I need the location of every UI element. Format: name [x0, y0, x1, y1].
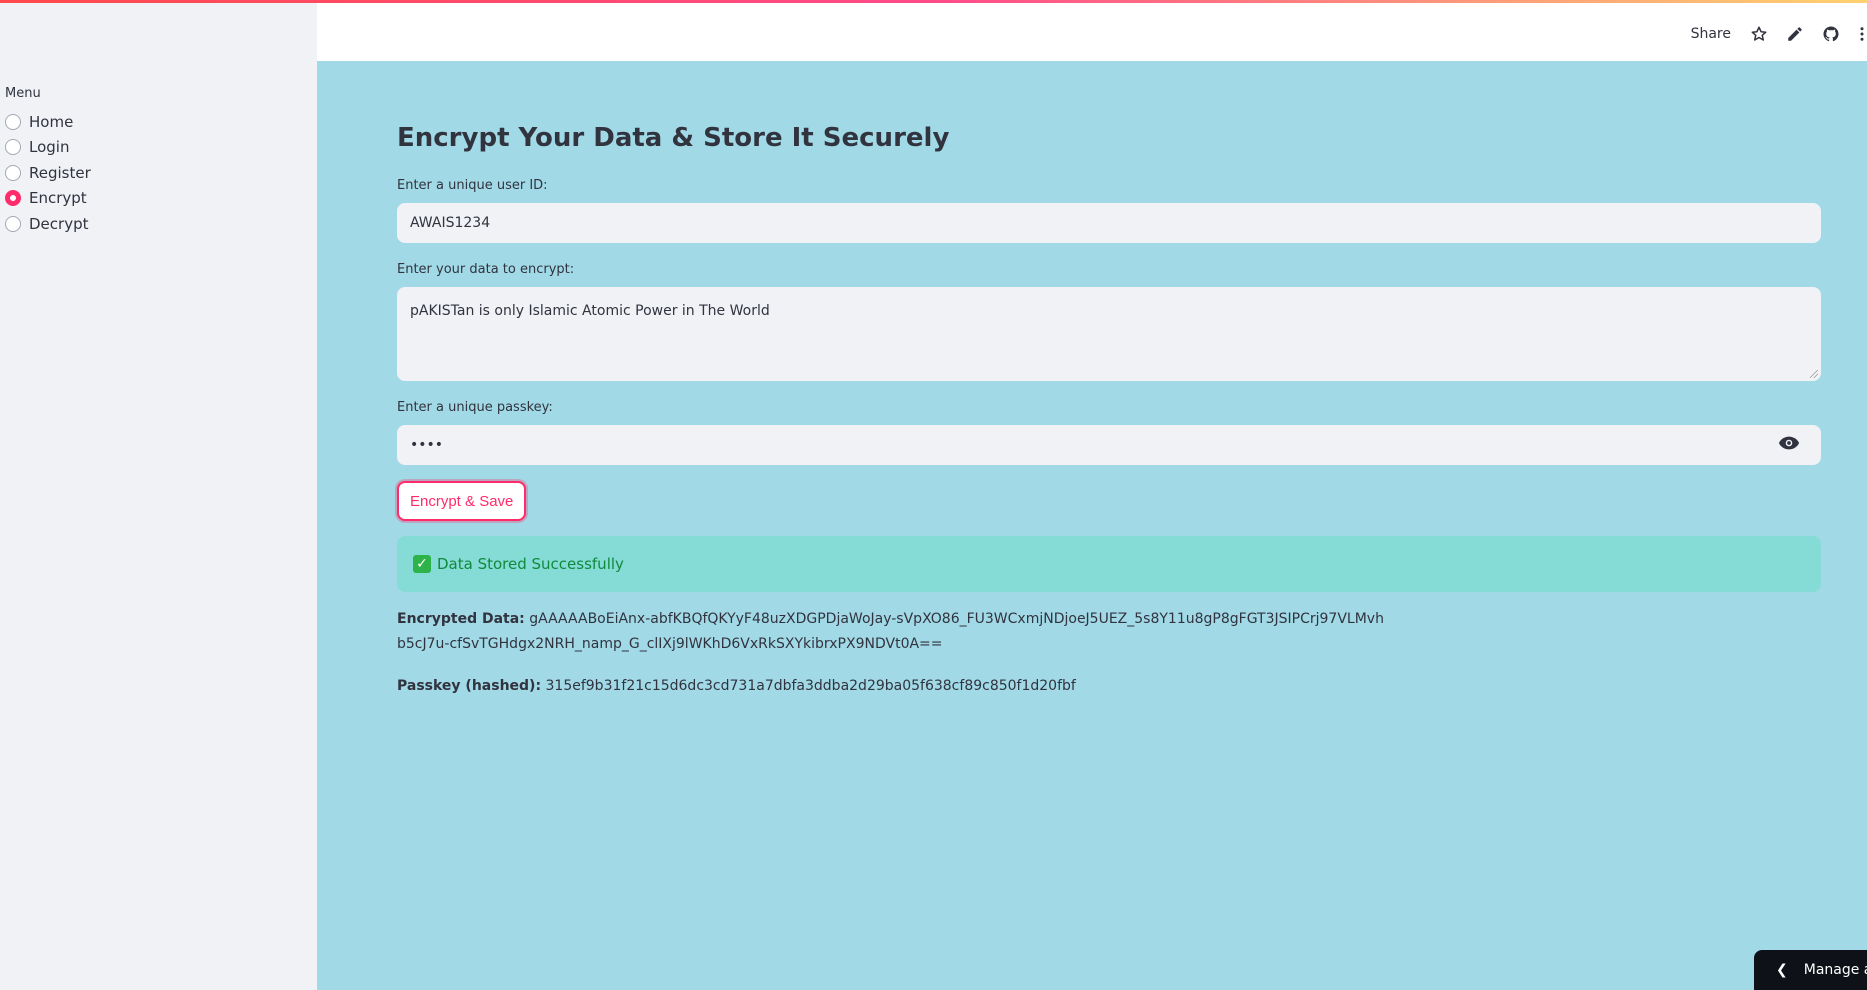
resize-handle[interactable] [1810, 370, 1818, 378]
page-title: Encrypt Your Data & Store It Securely [397, 123, 950, 153]
manage-app-button[interactable]: ❮ Manage app [1754, 950, 1867, 990]
menu-label: Menu [5, 86, 41, 101]
header-actions: Share [1691, 24, 1867, 44]
radio-button[interactable] [5, 215, 21, 232]
data-label: Enter your data to encrypt: [397, 262, 575, 277]
pencil-icon[interactable] [1785, 24, 1805, 44]
menu-option-label: Decrypt [29, 214, 89, 233]
encrypted-data-label: Encrypted Data: [397, 611, 525, 627]
encrypt-save-button[interactable]: Encrypt & Save [397, 481, 527, 521]
menu-option-login[interactable]: Login [5, 135, 91, 161]
github-icon[interactable] [1821, 24, 1841, 44]
data-textarea[interactable]: pAKISTan is only Islamic Atomic Power in… [397, 287, 1821, 381]
manage-app-label: Manage app [1803, 962, 1867, 978]
menu-option-label: Home [29, 112, 74, 131]
encrypted-data-text: Encrypted Data: gAAAAABoEiAnx-abfKBQfQKY… [397, 607, 1387, 657]
passkey-value: •••• [410, 437, 444, 453]
menu-option-home[interactable]: Home [5, 109, 91, 135]
chevron-left-icon: ❮ [1776, 962, 1788, 978]
sidebar: Menu Home Login Register Encrypt Decrypt [0, 0, 317, 990]
top-decoration-stripe [0, 0, 1867, 3]
passkey-hashed-value: 315ef9b31f21c15d6dc3cd731a7dbfa3ddba2d29… [545, 678, 1076, 694]
menu-option-label: Encrypt [29, 189, 87, 208]
more-vertical-icon[interactable] [1857, 24, 1867, 44]
app-header: Share [317, 0, 1867, 61]
passkey-hashed-text: Passkey (hashed): 315ef9b31f21c15d6dc3cd… [397, 674, 1387, 699]
radio-button[interactable] [5, 164, 21, 181]
menu-option-register[interactable]: Register [5, 160, 91, 186]
menu-option-encrypt[interactable]: Encrypt [5, 186, 91, 212]
menu-option-label: Register [29, 163, 91, 182]
user-id-label: Enter a unique user ID: [397, 178, 548, 193]
encrypted-data-value: gAAAAABoEiAnx-abfKBQfQKYyF48uzXDGPDjaWoJ… [397, 611, 1384, 652]
menu-option-label: Login [29, 138, 70, 157]
menu-option-decrypt[interactable]: Decrypt [5, 211, 91, 237]
radio-button-selected[interactable] [5, 190, 21, 207]
star-icon[interactable] [1749, 24, 1769, 44]
eye-icon[interactable] [1778, 435, 1800, 451]
passkey-hashed-label: Passkey (hashed): [397, 678, 542, 694]
radio-button[interactable] [5, 113, 21, 130]
menu-radio-group: Home Login Register Encrypt Decrypt [5, 109, 91, 237]
data-textarea-value: pAKISTan is only Islamic Atomic Power in… [410, 303, 770, 319]
check-mark-icon: ✓ [413, 555, 431, 573]
radio-button[interactable] [5, 139, 21, 156]
alert-text: Data Stored Successfully [437, 555, 624, 573]
passkey-input[interactable]: •••• [397, 425, 1821, 465]
user-id-input[interactable]: AWAIS1234 [397, 203, 1821, 243]
passkey-label: Enter a unique passkey: [397, 400, 553, 415]
share-button[interactable]: Share [1691, 26, 1731, 42]
success-alert: ✓ Data Stored Successfully [397, 536, 1821, 592]
